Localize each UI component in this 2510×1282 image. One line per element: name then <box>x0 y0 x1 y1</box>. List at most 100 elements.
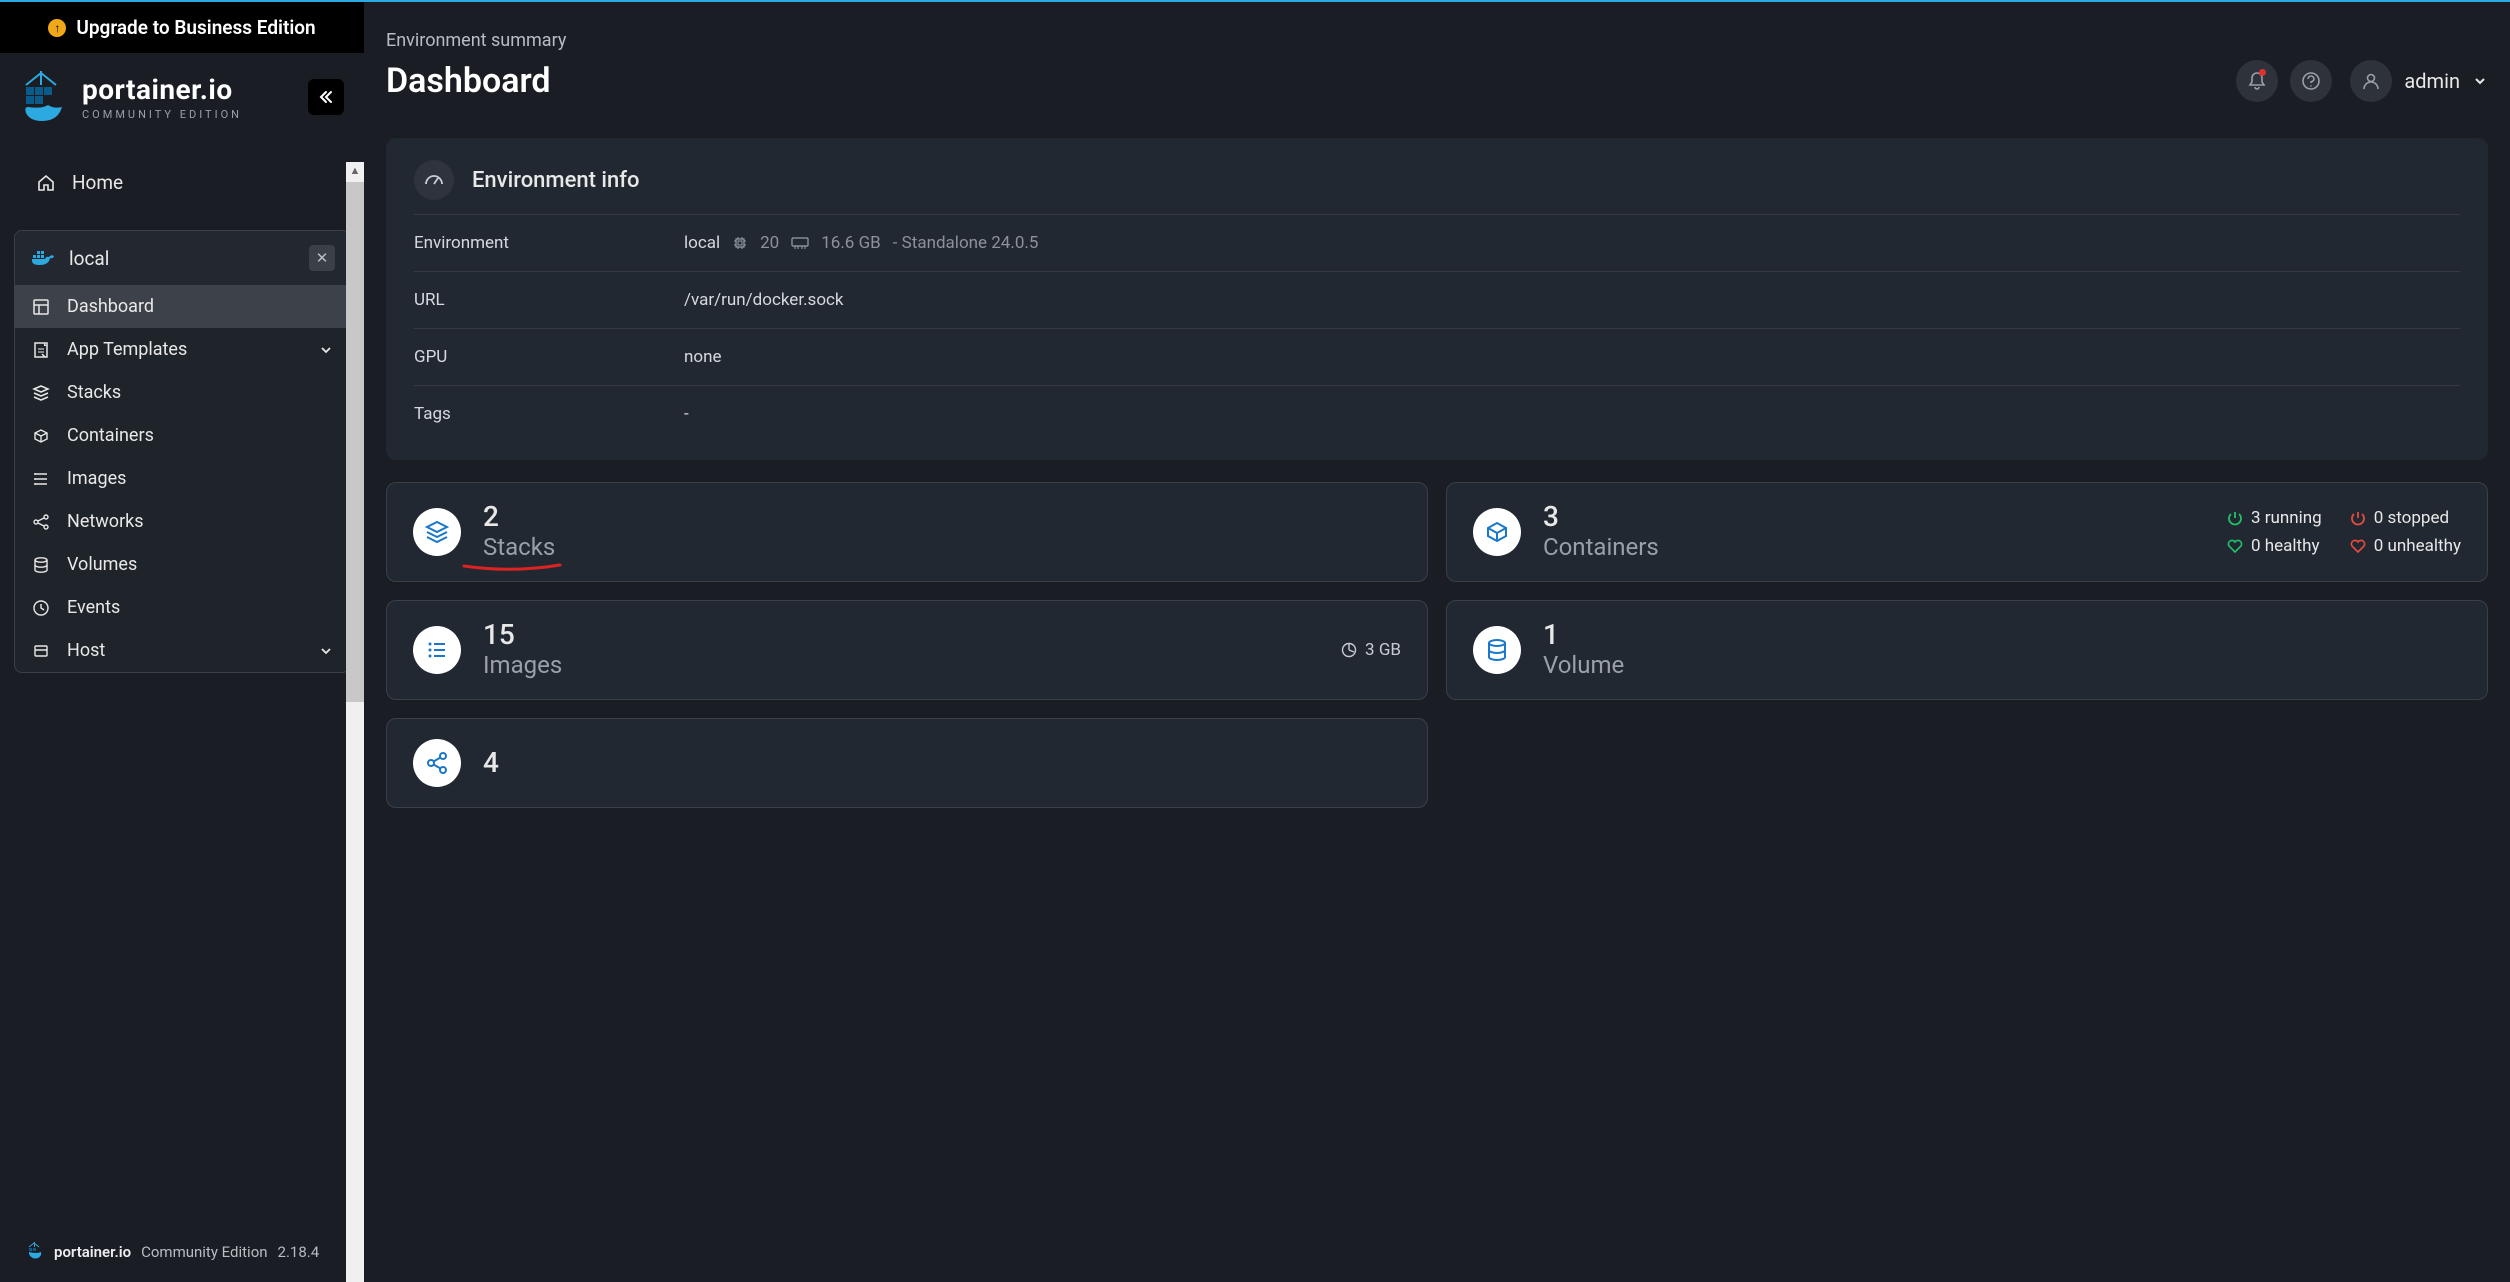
env-info-title: Environment info <box>472 168 640 193</box>
host-icon <box>31 642 51 660</box>
docker-icon <box>31 249 55 267</box>
home-label: Home <box>72 171 123 194</box>
events-icon <box>31 599 51 617</box>
user-menu[interactable]: admin <box>2350 60 2488 102</box>
disk-icon <box>1341 642 1357 658</box>
help-button[interactable] <box>2290 60 2332 102</box>
env-name-value: local <box>684 233 720 253</box>
sidebar-item-host[interactable]: Host <box>15 629 349 672</box>
memory-value: 16.6 GB <box>821 233 881 253</box>
images-icon <box>31 470 51 488</box>
sidebar-item-containers[interactable]: Containers <box>15 414 349 457</box>
chevron-down-icon <box>319 343 333 357</box>
mode-value: - Standalone 24.0.5 <box>893 233 1039 253</box>
close-environment-button[interactable]: ✕ <box>309 245 335 271</box>
memory-icon <box>791 236 809 250</box>
sidebar-item-app-templates[interactable]: App Templates <box>15 328 349 371</box>
stacks-tile-icon <box>413 508 461 556</box>
environment-panel: local ✕ Dashboard App Templates Stacks C… <box>14 230 350 673</box>
url-value: /var/run/docker.sock <box>684 290 2460 310</box>
sidebar-item-home[interactable]: Home <box>8 157 356 208</box>
heart-icon <box>2350 538 2366 554</box>
tile-stacks[interactable]: 2 Stacks <box>386 482 1428 582</box>
breadcrumb: Environment summary <box>386 30 2236 51</box>
nav-images-label: Images <box>67 468 126 489</box>
scroll-up-arrow-icon: ▲ <box>346 162 364 178</box>
nav-host-label: Host <box>67 640 105 661</box>
user-name: admin <box>2404 69 2460 93</box>
heart-icon <box>2227 538 2243 554</box>
volumes-icon <box>31 556 51 574</box>
sidebar: ↑ Upgrade to Business Edition <box>0 2 364 1282</box>
tile-networks[interactable]: 4 <box>386 718 1428 808</box>
stacks-label: Stacks <box>483 533 555 561</box>
scrollbar-thumb[interactable] <box>346 182 364 702</box>
info-row-url: URL /var/run/docker.sock <box>414 271 2460 328</box>
sidebar-item-networks[interactable]: Networks <box>15 500 349 543</box>
containers-label: Containers <box>1543 533 1659 561</box>
healthy-count: 0 healthy <box>2251 536 2320 556</box>
sidebar-footer: portainer.io Community Edition 2.18.4 <box>0 1224 364 1282</box>
sidebar-item-stacks[interactable]: Stacks <box>15 371 349 414</box>
footer-version: 2.18.4 <box>278 1243 320 1261</box>
upgrade-banner[interactable]: ↑ Upgrade to Business Edition <box>0 2 364 53</box>
environment-name: local <box>69 247 295 270</box>
images-size: 3 GB <box>1365 640 1401 660</box>
annotation-underline <box>462 563 562 571</box>
power-icon <box>2227 510 2243 526</box>
containers-icon <box>31 427 51 445</box>
home-icon <box>36 174 56 192</box>
containers-count: 3 <box>1543 503 1659 531</box>
page-title: Dashboard <box>386 61 2236 101</box>
tile-images[interactable]: 15 Images 3 GB <box>386 600 1428 700</box>
nav-volumes-label: Volumes <box>67 554 137 575</box>
footer-edition: Community Edition <box>141 1243 267 1261</box>
stopped-count: 0 stopped <box>2374 508 2449 528</box>
notifications-button[interactable] <box>2236 60 2278 102</box>
user-icon <box>2361 71 2381 91</box>
logo-edition: COMMUNITY EDITION <box>82 108 242 121</box>
tile-containers[interactable]: 3 Containers 3 running 0 stopped 0 healt… <box>1446 482 2488 582</box>
chevron-double-left-icon <box>318 89 334 105</box>
templates-icon <box>31 341 51 359</box>
sidebar-item-images[interactable]: Images <box>15 457 349 500</box>
environment-info-card: Environment info Environment local 20 16… <box>386 138 2488 460</box>
networks-tile-icon <box>413 739 461 787</box>
collapse-sidebar-button[interactable] <box>308 79 344 115</box>
portainer-footer-logo-icon <box>28 1242 44 1262</box>
stacks-count: 2 <box>483 503 555 531</box>
networks-icon <box>31 513 51 531</box>
tile-volumes[interactable]: 1 Volume <box>1446 600 2488 700</box>
main-content: Environment summary Dashboard admin <box>364 2 2510 1282</box>
upgrade-arrow-icon: ↑ <box>48 19 66 37</box>
logo-brand: portainer.io <box>82 73 242 106</box>
cpu-icon <box>732 235 748 251</box>
images-label: Images <box>483 651 562 679</box>
nav-containers-label: Containers <box>67 425 154 446</box>
dashboard-icon <box>31 298 51 316</box>
environment-header[interactable]: local ✕ <box>15 231 349 285</box>
chevron-down-icon <box>319 644 333 658</box>
sidebar-item-volumes[interactable]: Volumes <box>15 543 349 586</box>
sidebar-item-events[interactable]: Events <box>15 586 349 629</box>
sidebar-item-dashboard[interactable]: Dashboard <box>15 285 349 328</box>
chevron-down-icon <box>2472 73 2488 89</box>
info-row-gpu: GPU none <box>414 328 2460 385</box>
gpu-label: GPU <box>414 347 684 367</box>
upgrade-banner-text: Upgrade to Business Edition <box>76 16 315 39</box>
nav-events-label: Events <box>67 597 120 618</box>
volumes-count: 1 <box>1543 621 1624 649</box>
volumes-tile-icon <box>1473 626 1521 674</box>
footer-brand: portainer.io <box>54 1243 131 1261</box>
user-avatar <box>2350 60 2392 102</box>
power-icon <box>2350 510 2366 526</box>
sidebar-scrollbar[interactable]: ▲ <box>346 162 364 1282</box>
gpu-value: none <box>684 347 2460 367</box>
nav-dashboard-label: Dashboard <box>67 296 154 317</box>
url-label: URL <box>414 290 684 310</box>
tags-label: Tags <box>414 404 684 424</box>
images-count: 15 <box>483 621 562 649</box>
help-icon <box>2301 71 2321 91</box>
logo-row: portainer.io COMMUNITY EDITION <box>0 53 364 147</box>
env-label: Environment <box>414 233 684 253</box>
